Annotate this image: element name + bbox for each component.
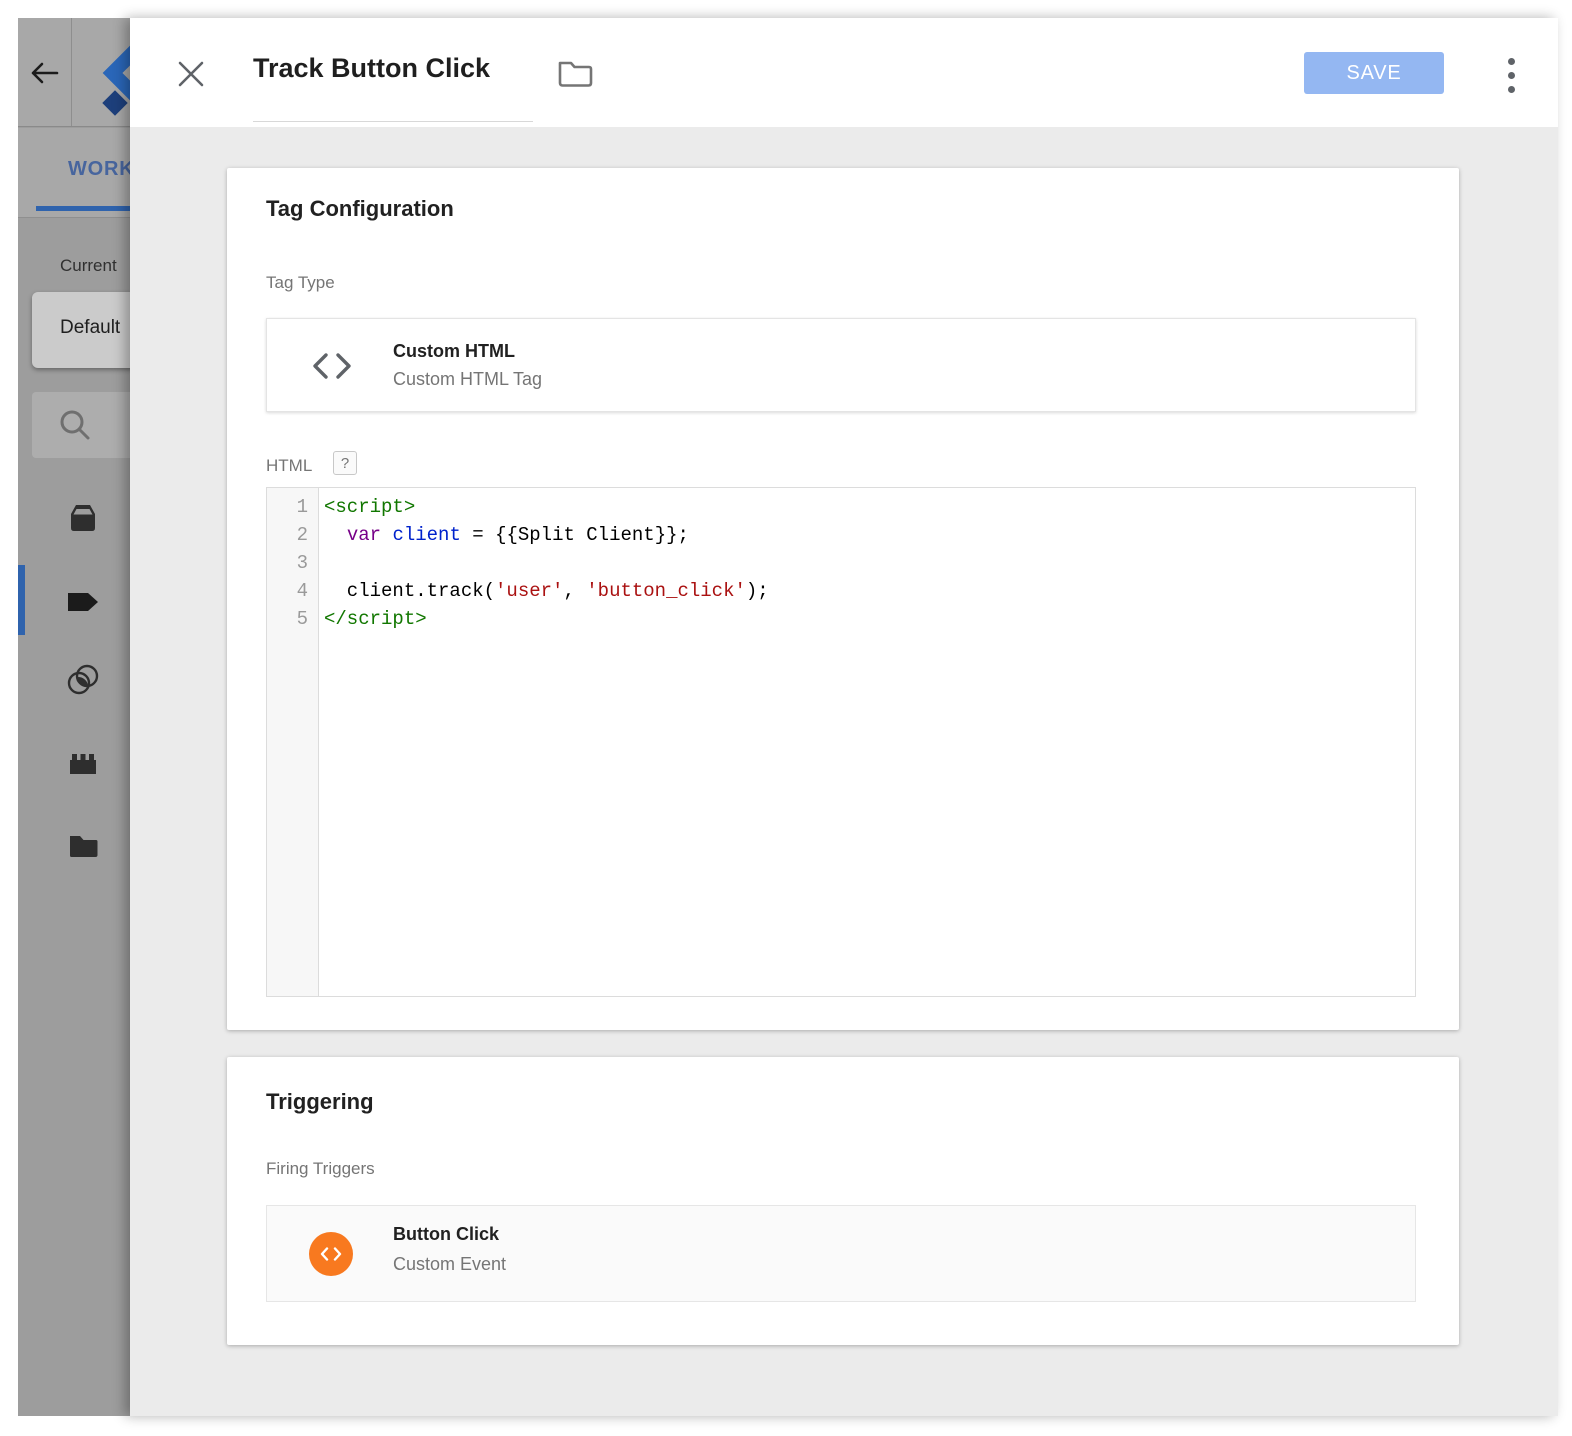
html-code-editor[interactable]: 12345 <script> var client = {{Split Clie… [266, 487, 1416, 997]
tag-type-name: Custom HTML [393, 341, 515, 362]
tag-editor-panel: Track Button Click SAVE Tag Configuratio… [130, 18, 1558, 1416]
tab-workspace[interactable]: WORK [68, 158, 130, 181]
html-help-button[interactable]: ? [333, 451, 357, 475]
kebab-dot [1508, 72, 1515, 79]
tag-configuration-heading: Tag Configuration [266, 196, 454, 222]
workspace-selector-card[interactable]: Default [32, 292, 130, 368]
editor-code[interactable]: <script> var client = {{Split Client}}; … [319, 488, 1415, 996]
tag-name-text: Track Button Click [253, 38, 490, 98]
sidebar-item-triggers[interactable] [66, 664, 100, 696]
tag-type-label: Tag Type [266, 273, 335, 293]
trigger-type: Custom Event [393, 1254, 506, 1275]
workspace-name: Default [60, 317, 120, 339]
tag-type-description: Custom HTML Tag [393, 369, 542, 390]
editor-gutter: 12345 [267, 488, 319, 996]
more-options-button[interactable] [1504, 56, 1520, 104]
tag-configuration-card: Tag Configuration Tag Type Custom HTML C… [227, 168, 1459, 1030]
move-to-folder-button[interactable] [556, 58, 594, 90]
tag-type-selector[interactable]: Custom HTML Custom HTML Tag [266, 318, 1416, 412]
triggering-heading: Triggering [266, 1089, 374, 1115]
code-icon-small [320, 1247, 342, 1261]
sidebar-active-indicator [18, 565, 25, 635]
folder-icon [556, 58, 594, 90]
firing-triggers-label: Firing Triggers [266, 1159, 375, 1179]
gtm-app: WORK Current Default [18, 18, 1558, 1416]
trigger-row[interactable]: Button Click Custom Event [266, 1205, 1416, 1302]
close-icon [176, 59, 206, 89]
tab-active-indicator [36, 206, 130, 211]
tag-name-underline [253, 121, 533, 122]
backdrop-topbar [18, 18, 130, 127]
panel-header: Track Button Click SAVE [130, 18, 1558, 127]
screen: WORK Current Default [0, 0, 1572, 1436]
trigger-name: Button Click [393, 1224, 499, 1245]
triggering-card: Triggering Firing Triggers Button Click … [227, 1057, 1459, 1345]
sidebar-item-variables[interactable] [66, 748, 100, 780]
search-icon [56, 406, 94, 444]
current-workspace-label: Current [60, 256, 117, 276]
save-button[interactable]: SAVE [1304, 52, 1444, 94]
sidebar-item-folders[interactable] [66, 830, 100, 862]
backdrop-tabbar: WORK [18, 128, 130, 218]
search-box[interactable] [32, 392, 130, 458]
code-icon [311, 351, 353, 381]
kebab-dot [1508, 58, 1515, 65]
back-arrow-icon [30, 61, 60, 85]
dimmed-workspace-background: WORK Current Default [18, 18, 130, 1416]
kebab-dot [1508, 86, 1515, 93]
close-button[interactable] [176, 59, 206, 89]
custom-event-icon [309, 1232, 353, 1276]
sidebar-item-overview[interactable] [66, 502, 100, 534]
sidebar-item-tags[interactable] [66, 586, 100, 618]
html-field-label: HTML [266, 456, 312, 476]
tag-name-field[interactable]: Track Button Click [253, 38, 490, 98]
back-button[interactable] [18, 18, 72, 127]
